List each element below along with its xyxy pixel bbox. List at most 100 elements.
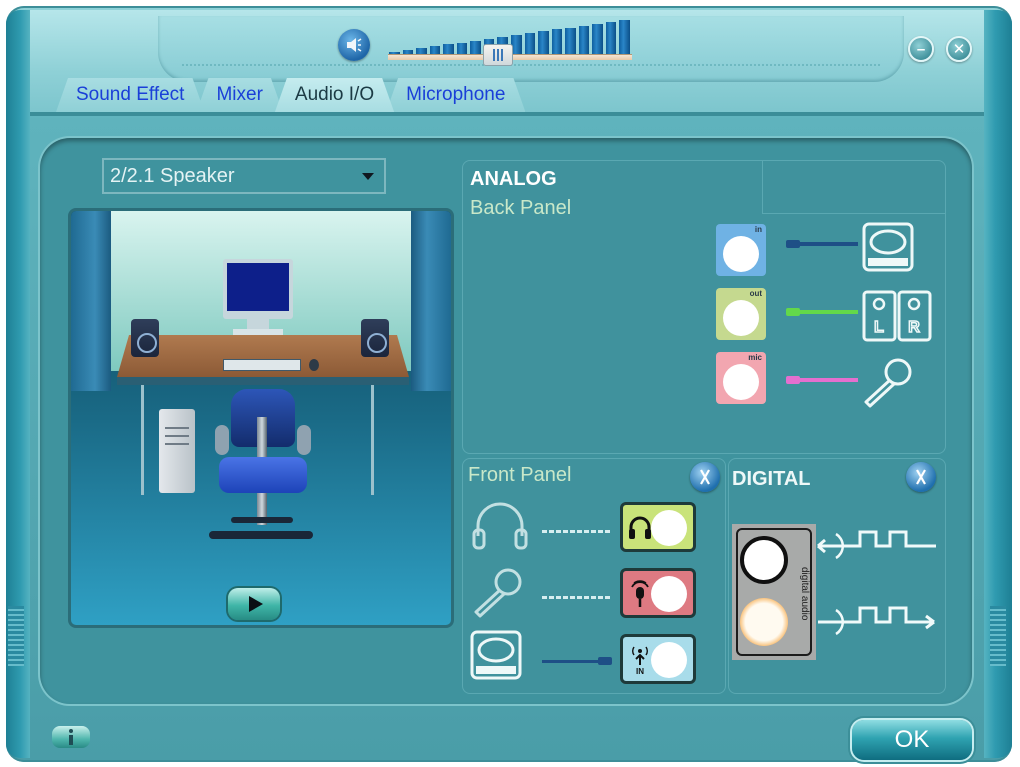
volume-bar (551, 29, 563, 56)
headphones-icon (629, 516, 651, 539)
front-jack-mic[interactable] (620, 568, 696, 618)
analog-title: ANALOG (470, 168, 557, 190)
resize-grip-right[interactable] (990, 606, 1006, 666)
digital-title: DIGITAL (732, 468, 811, 490)
speaker-config-dropdown[interactable]: 2/2.1 Speaker (102, 158, 386, 194)
monitor-icon (223, 259, 293, 319)
microphone-icon (474, 568, 522, 618)
analog-panel-frame (762, 160, 946, 214)
tab-divider (30, 112, 984, 116)
scene-curtain-right (411, 211, 451, 391)
ok-button[interactable]: OK (852, 720, 972, 760)
close-button[interactable]: ✕ (946, 36, 972, 62)
monitor-stand (247, 319, 269, 329)
front-jack-line-in[interactable]: IN (620, 634, 696, 684)
microphone-icon (864, 358, 912, 408)
volume-bar (592, 23, 603, 56)
tab-label: Mixer (216, 84, 263, 105)
tab-bar: Sound Effect Mixer Audio I/O Microphone (56, 78, 517, 112)
front-panel-settings-button[interactable] (690, 462, 720, 492)
jack-hole (723, 364, 759, 400)
chair-base (209, 531, 313, 539)
info-button[interactable] (52, 726, 90, 748)
digital-audio-connector: digital audio (732, 524, 816, 660)
volume-bar (578, 25, 590, 56)
line-in-icon: IN (632, 646, 648, 675)
tab-label: Sound Effect (76, 84, 185, 105)
jack-label: out (749, 289, 762, 298)
chair-seat (219, 457, 307, 493)
jack-hole (651, 510, 687, 546)
cd-player-icon (470, 630, 522, 680)
volume-bar (605, 21, 617, 56)
monitor-base (233, 329, 283, 335)
close-icon: ✕ (952, 41, 966, 58)
jack-hole (723, 300, 759, 336)
info-icon (69, 729, 73, 745)
plug-icon (598, 657, 612, 665)
svg-text:L: L (874, 319, 884, 336)
spdif-out-jack[interactable] (740, 598, 788, 646)
chair-base (231, 517, 293, 523)
chair-arm (297, 425, 311, 455)
volume-slider-thumb[interactable] (482, 44, 513, 66)
digital-in-signal-icon (817, 530, 936, 560)
play-test-button[interactable] (228, 588, 280, 620)
svg-text:IN: IN (636, 667, 644, 675)
back-jack-line-out[interactable]: out (716, 288, 766, 340)
cable-mic (542, 596, 612, 599)
left-speaker-icon[interactable] (131, 319, 159, 357)
speakers-lr-icon: L R (862, 290, 932, 342)
chevron-down-icon (362, 173, 374, 180)
front-jack-headphone[interactable] (620, 502, 696, 552)
digital-audio-label: digital audio (799, 567, 810, 621)
volume-bar (538, 31, 549, 56)
tab-audio-io[interactable]: Audio I/O (275, 78, 394, 112)
tab-label: Audio I/O (294, 84, 375, 105)
jack-label: mic (748, 353, 762, 362)
jack-hole (651, 576, 687, 612)
keyboard-icon (223, 359, 301, 371)
back-panel-label: Back Panel (470, 197, 572, 219)
microphone-icon (631, 580, 649, 607)
volume-track-dots (182, 64, 880, 66)
minimize-button[interactable]: – (908, 36, 934, 62)
spdif-in-jack[interactable] (740, 536, 788, 584)
headphones-icon (472, 502, 528, 550)
jack-hole (723, 236, 759, 272)
pc-tower-icon (159, 409, 195, 493)
minimize-icon: – (916, 40, 926, 58)
back-jack-line-in[interactable]: in (716, 224, 766, 276)
svg-text:R: R (908, 319, 920, 336)
right-speaker-icon[interactable] (361, 319, 389, 357)
cable-mic-in (798, 378, 858, 382)
volume-bar (565, 27, 576, 56)
desk-leg (371, 385, 374, 495)
front-panel-title: Front Panel (468, 464, 572, 486)
back-jack-mic-in[interactable]: mic (716, 352, 766, 404)
tab-mixer[interactable]: Mixer (196, 78, 282, 112)
connector-settings-icon (700, 469, 710, 485)
tab-sound-effect[interactable]: Sound Effect (56, 78, 204, 112)
desk-leg (141, 385, 144, 495)
tab-label: Microphone (406, 84, 506, 105)
speaker-icon (347, 38, 362, 52)
volume-bar (619, 20, 630, 56)
cable-line-in-front (542, 660, 598, 663)
tab-microphone[interactable]: Microphone (386, 78, 525, 112)
volume-bar (524, 33, 536, 56)
mute-button[interactable] (338, 29, 370, 61)
mouse-icon (309, 359, 319, 371)
chair-arm (215, 425, 229, 455)
jack-label: in (754, 225, 762, 234)
resize-grip-left[interactable] (8, 606, 24, 666)
cable-line-in (798, 242, 858, 246)
cd-player-icon (862, 222, 914, 272)
scene-curtain-left (71, 211, 111, 391)
connector-settings-icon (916, 469, 926, 485)
play-icon (248, 596, 263, 612)
digital-settings-button[interactable] (906, 462, 936, 492)
digital-out-signal-icon (818, 606, 935, 636)
cable-line-out (798, 310, 858, 314)
cable-headphone (542, 530, 612, 533)
